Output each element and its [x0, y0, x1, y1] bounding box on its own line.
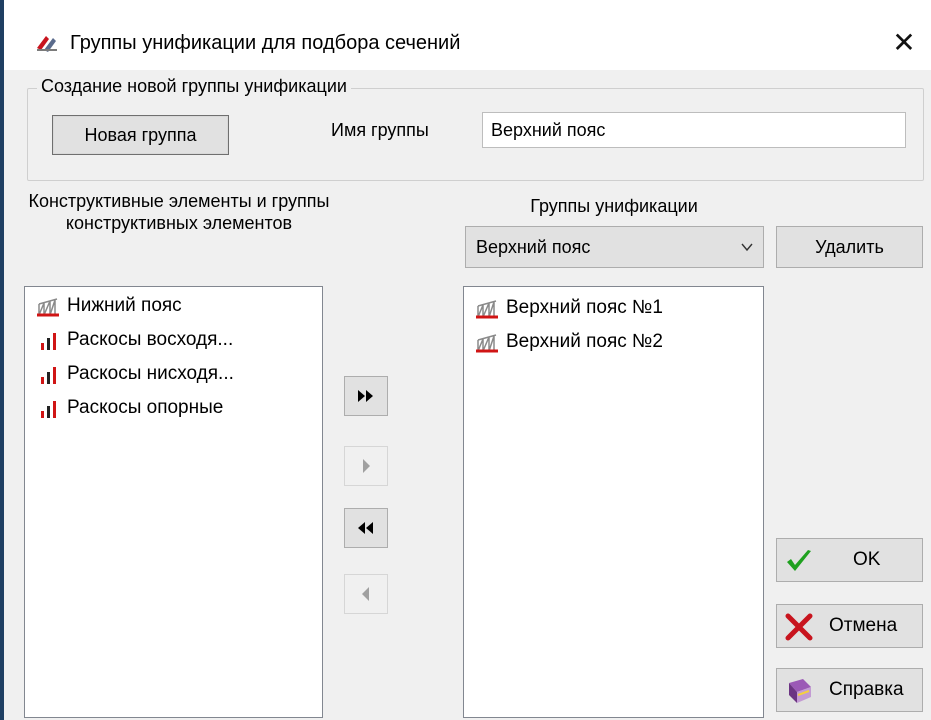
cancel-button[interactable]: Отмена [776, 604, 923, 648]
bar-chart-icon [41, 401, 56, 418]
new-group-button[interactable]: Новая группа [52, 115, 229, 155]
truss-chord-icon [476, 300, 498, 319]
truss-chord-icon [476, 334, 498, 353]
elements-list[interactable]: Нижний пояс Раскосы восходя... Раскосы н… [24, 286, 323, 718]
groupbox-title: Создание новой группы унификации [37, 74, 351, 98]
unification-groups-heading: Группы унификации [530, 196, 698, 216]
move-left-button[interactable] [344, 574, 388, 614]
move-all-right-button[interactable] [344, 376, 388, 416]
truss-chord-icon [37, 298, 59, 317]
unification-group-select[interactable]: Верхний пояс [465, 226, 764, 268]
list-item[interactable]: Верхний пояс №2 [464, 325, 763, 359]
delete-group-button[interactable]: Удалить [776, 226, 923, 268]
list-item[interactable]: Раскосы опорные [25, 391, 322, 425]
bar-chart-icon [41, 333, 56, 350]
double-right-arrow-icon [358, 390, 373, 402]
checkmark-icon [787, 550, 811, 571]
window-title: Группы унификации для подбора сечений [70, 32, 461, 54]
title-bar[interactable]: Группы унификации для подбора сечений ✕ [4, 0, 931, 70]
chevron-down-icon [741, 243, 753, 252]
dialog-window: Группы унификации для подбора сечений ✕ … [0, 0, 931, 720]
selected-group-label: Верхний пояс [476, 237, 591, 257]
list-item[interactable]: Раскосы нисходя... [25, 357, 322, 391]
elements-heading: Конструктивные элементы и группы констру… [28, 191, 330, 233]
help-button[interactable]: Справка [776, 668, 923, 712]
list-item[interactable]: Верхний пояс №1 [464, 291, 763, 325]
group-name-input[interactable]: Верхний пояс [482, 112, 906, 148]
move-all-left-button[interactable] [344, 508, 388, 548]
left-arrow-icon [362, 587, 369, 601]
app-logo-icon [37, 36, 57, 52]
right-arrow-icon [363, 459, 370, 473]
unification-groups-list[interactable]: Верхний пояс №1 Верхний пояс №2 [463, 286, 764, 718]
close-x-icon [785, 613, 813, 641]
help-book-icon [789, 679, 811, 703]
close-icon[interactable]: ✕ [884, 24, 924, 62]
group-name-label: Имя группы [331, 120, 429, 140]
bar-chart-icon [41, 367, 56, 384]
list-item[interactable]: Раскосы восходя... [25, 323, 322, 357]
move-right-button[interactable] [344, 446, 388, 486]
ok-button[interactable]: OK [776, 538, 923, 582]
double-left-arrow-icon [358, 522, 373, 534]
list-item[interactable]: Нижний пояс [25, 289, 322, 323]
